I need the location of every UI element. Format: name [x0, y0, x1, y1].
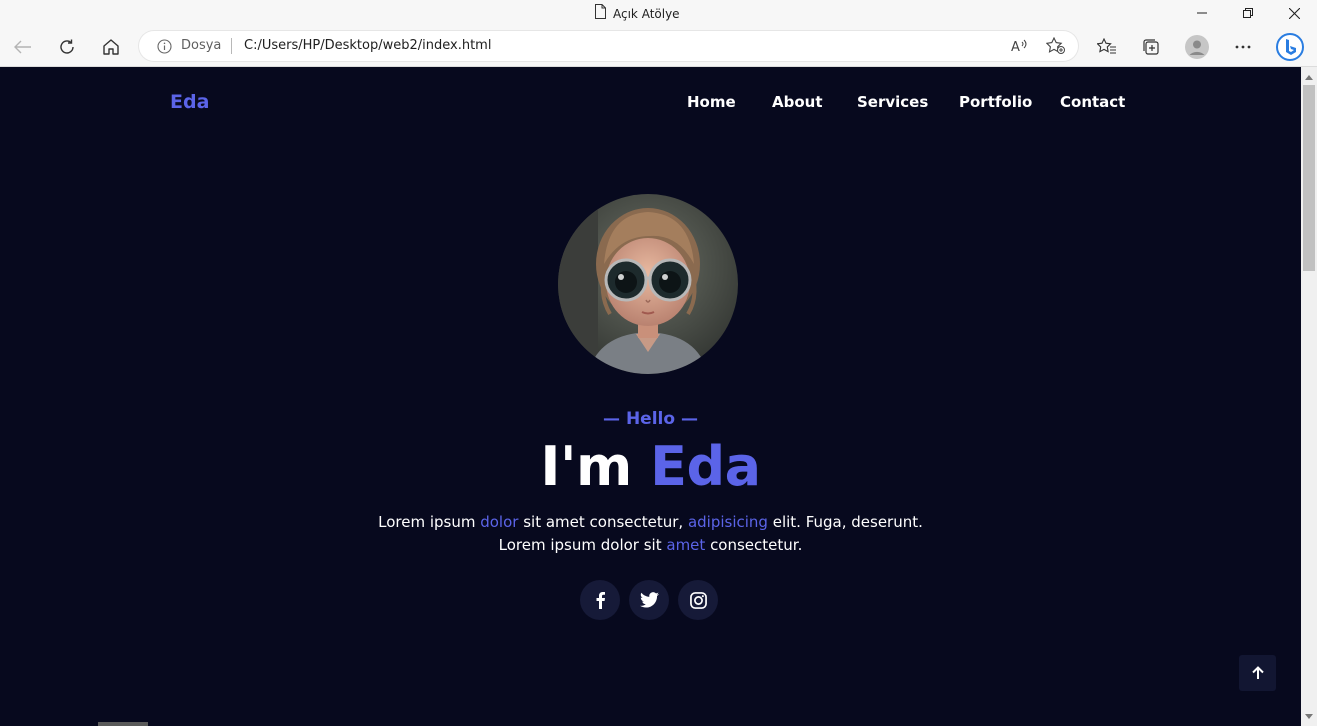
scroll-up-button[interactable] — [1301, 69, 1317, 85]
line1-text-2: sit amet consectetur, — [518, 513, 688, 531]
nav-home[interactable]: Home — [687, 93, 736, 111]
add-favorite-icon[interactable] — [1045, 36, 1067, 56]
caret-down-icon — [1305, 713, 1313, 719]
hero-greeting: — Hello — — [603, 409, 698, 429]
info-icon[interactable] — [157, 39, 172, 58]
description-line-2: Lorem ipsum dolor sit amet consectetur. — [0, 534, 1301, 557]
scroll-to-top-button[interactable] — [1239, 655, 1276, 691]
headline-prefix: I'm — [540, 435, 632, 498]
restore-icon — [1243, 8, 1253, 18]
vertical-scrollbar[interactable] — [1301, 67, 1317, 726]
hero-headline: I'm Eda — [0, 435, 1301, 498]
read-aloud-icon[interactable]: A — [1009, 36, 1031, 56]
twitter-link[interactable] — [629, 580, 669, 620]
arrow-up-icon — [1251, 666, 1264, 679]
browser-toolbar: Dosya C:/Users/HP/Desktop/web2/index.htm… — [0, 26, 1317, 67]
favorites-button[interactable] — [1093, 33, 1121, 61]
line1-highlight-1: dolor — [480, 513, 519, 531]
line1-highlight-2: adipisicing — [687, 513, 768, 531]
minimize-icon — [1197, 12, 1207, 14]
profile-icon — [1185, 35, 1209, 59]
instagram-link[interactable] — [678, 580, 718, 620]
back-button[interactable] — [9, 33, 37, 61]
home-icon — [103, 39, 119, 55]
minimize-button[interactable] — [1179, 0, 1225, 26]
restore-button[interactable] — [1225, 0, 1271, 26]
address-bar[interactable]: Dosya C:/Users/HP/Desktop/web2/index.htm… — [139, 31, 1078, 61]
refresh-button[interactable] — [53, 33, 81, 61]
nav-about[interactable]: About — [772, 93, 823, 111]
site-logo[interactable]: Eda — [170, 91, 209, 113]
profile-button[interactable] — [1183, 33, 1211, 61]
instagram-icon — [689, 591, 707, 609]
collections-icon — [1143, 39, 1159, 55]
line2-text-1: Lorem ipsum dolor sit — [498, 536, 667, 554]
security-label: Dosya — [181, 38, 222, 53]
nav-services[interactable]: Services — [857, 93, 928, 111]
caret-up-icon — [1305, 74, 1313, 80]
nav-contact[interactable]: Contact — [1060, 93, 1125, 111]
window-title-text: Açık Atölye — [613, 6, 680, 21]
line1-text-1: Lorem ipsum — [378, 513, 481, 531]
collections-button[interactable] — [1137, 33, 1165, 61]
nav-portfolio[interactable]: Portfolio — [959, 93, 1032, 111]
profile-avatar — [558, 194, 738, 374]
social-links — [580, 580, 718, 620]
url-text[interactable]: C:/Users/HP/Desktop/web2/index.html — [244, 38, 491, 53]
svg-text:A: A — [1011, 40, 1020, 53]
horizontal-scrollbar-thumb[interactable] — [98, 722, 148, 726]
back-arrow-icon — [14, 40, 31, 54]
address-divider — [231, 38, 232, 54]
home-button[interactable] — [97, 33, 125, 61]
refresh-icon — [60, 39, 74, 54]
bing-button[interactable] — [1274, 31, 1306, 63]
line2-text-2: consectetur. — [705, 536, 803, 554]
page-icon — [594, 4, 607, 23]
hero-description: Lorem ipsum dolor sit amet consectetur, … — [0, 511, 1301, 557]
bing-icon — [1276, 33, 1304, 61]
browser-title-bar: Açık Atölye — [0, 0, 1317, 26]
scroll-down-button[interactable] — [1301, 708, 1317, 724]
favorites-icon — [1097, 38, 1116, 54]
facebook-link[interactable] — [580, 580, 620, 620]
headline-name: Eda — [650, 435, 761, 498]
facebook-icon — [596, 592, 605, 609]
description-line-1: Lorem ipsum dolor sit amet consectetur, … — [0, 511, 1301, 534]
line1-text-3: elit. Fuga, deserunt. — [767, 513, 923, 531]
more-button[interactable] — [1229, 33, 1257, 61]
twitter-icon — [639, 592, 659, 608]
line2-highlight-1: amet — [666, 536, 706, 554]
webpage: Eda Home About Services Portfolio Contac… — [0, 67, 1301, 726]
close-icon — [1288, 7, 1300, 19]
window-title: Açık Atölye — [594, 4, 680, 23]
close-button[interactable] — [1271, 0, 1317, 26]
more-icon — [1235, 45, 1251, 49]
scrollbar-thumb[interactable] — [1303, 85, 1315, 271]
